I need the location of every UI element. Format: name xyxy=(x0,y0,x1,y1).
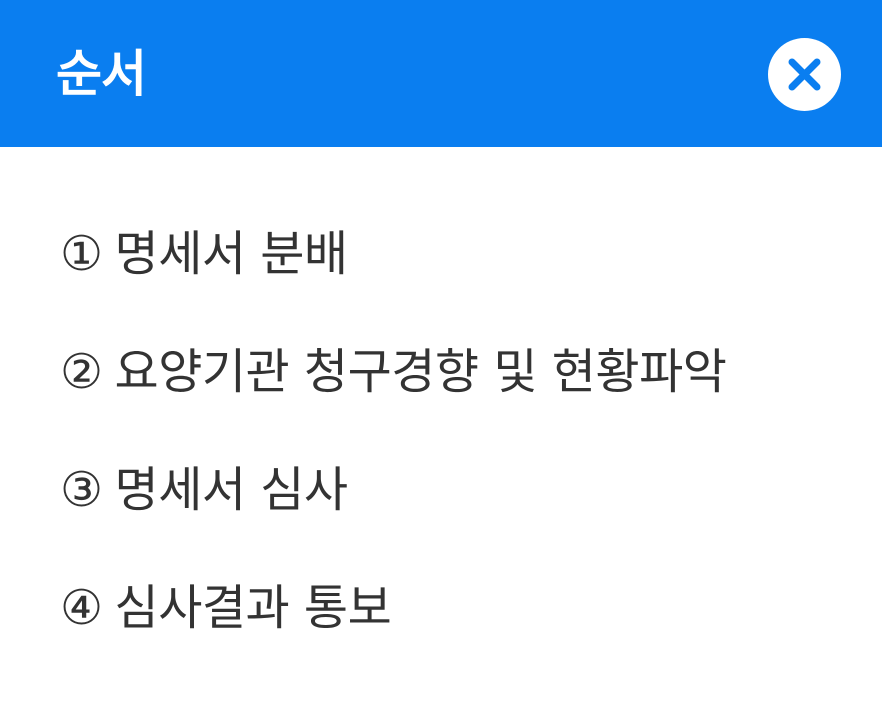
step-number: ③ xyxy=(60,462,103,518)
steps-dialog: 순서 ① 명세서 분배 ② 요양기관 청구경향 및 현황파악 ③ 명세서 심사 ④ 심사… xyxy=(0,0,882,725)
close-button[interactable] xyxy=(768,38,841,111)
list-item: ③ 명세서 심사 xyxy=(60,458,726,522)
close-icon xyxy=(788,58,821,91)
step-label: 명세서 분배 xyxy=(114,226,349,282)
list-item: ① 명세서 분배 xyxy=(60,222,726,286)
list-item: ④ 심사결과 통보 xyxy=(60,576,726,640)
steps-list: ① 명세서 분배 ② 요양기관 청구경향 및 현황파악 ③ 명세서 심사 ④ 심사결과 … xyxy=(60,222,727,694)
dialog-title: 순서 xyxy=(56,45,147,103)
step-label: 요양기관 청구경향 및 현황파악 xyxy=(114,344,727,400)
step-number: ② xyxy=(60,344,103,400)
list-item: ② 요양기관 청구경향 및 현황파악 xyxy=(60,340,727,404)
step-label: 심사결과 통보 xyxy=(114,580,392,636)
step-number: ④ xyxy=(60,580,103,636)
step-number: ① xyxy=(60,226,103,282)
step-label: 명세서 심사 xyxy=(114,462,349,518)
dialog-header: 순서 xyxy=(0,0,882,147)
